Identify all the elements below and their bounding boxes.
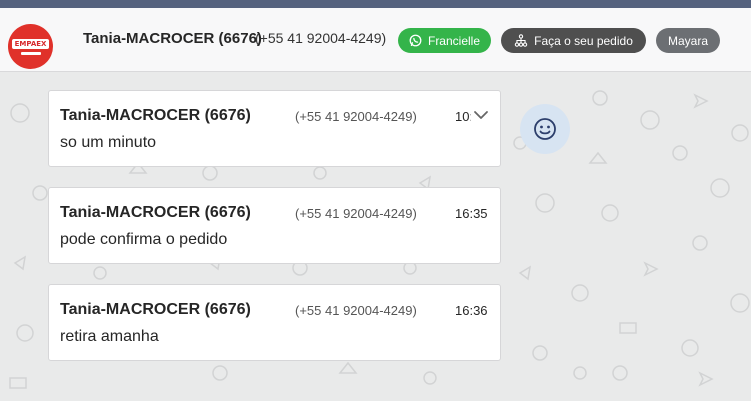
message-time: 10: (455, 109, 471, 124)
smiley-icon (534, 118, 556, 140)
message-card[interactable]: Tania-MACROCER (6676) (+55 41 92004-4249… (48, 90, 501, 167)
place-order-label: Faça o seu pedido (534, 33, 633, 48)
message-phone: (+55 41 92004-4249) (295, 303, 417, 318)
message-sender: Tania-MACROCER (6676) (60, 204, 251, 221)
message-text: retira amanha (60, 328, 159, 345)
whatsapp-attendant-button[interactable]: Francielle (398, 28, 491, 53)
message-card[interactable]: Tania-MACROCER (6676) (+55 41 92004-4249… (48, 284, 501, 361)
contact-name: Tania-MACROCER (6676) (83, 30, 262, 47)
message-time: 16:36 (455, 303, 488, 318)
contact-phone: (+55 41 92004-4249) (255, 30, 387, 46)
top-strip (0, 0, 751, 8)
chevron-down-icon[interactable] (473, 107, 489, 123)
message-text: so um minuto (60, 134, 157, 151)
chat-header: EMPAEX Tania-MACROCER (6676) (+55 41 920… (0, 8, 751, 72)
sitemap-icon (514, 34, 528, 47)
message-time: 16:35 (455, 206, 488, 221)
whatsapp-attendant-label: Francielle (427, 33, 481, 48)
message-card[interactable]: Tania-MACROCER (6676) (+55 41 92004-4249… (48, 187, 501, 264)
company-logo: EMPAEX (8, 24, 53, 69)
place-order-button[interactable]: Faça o seu pedido (501, 28, 646, 53)
message-sender: Tania-MACROCER (6676) (60, 107, 251, 124)
agent-label: Mayara (667, 33, 708, 48)
message-phone: (+55 41 92004-4249) (295, 206, 417, 221)
logo-text: EMPAEX (11, 38, 50, 49)
message-phone: (+55 41 92004-4249) (295, 109, 417, 124)
message-text: pode confirma o pedido (60, 231, 228, 248)
whatsapp-icon (409, 34, 422, 47)
agent-button[interactable]: Mayara (656, 28, 720, 53)
react-emoji-button[interactable] (520, 104, 570, 154)
message-sender: Tania-MACROCER (6676) (60, 301, 251, 318)
